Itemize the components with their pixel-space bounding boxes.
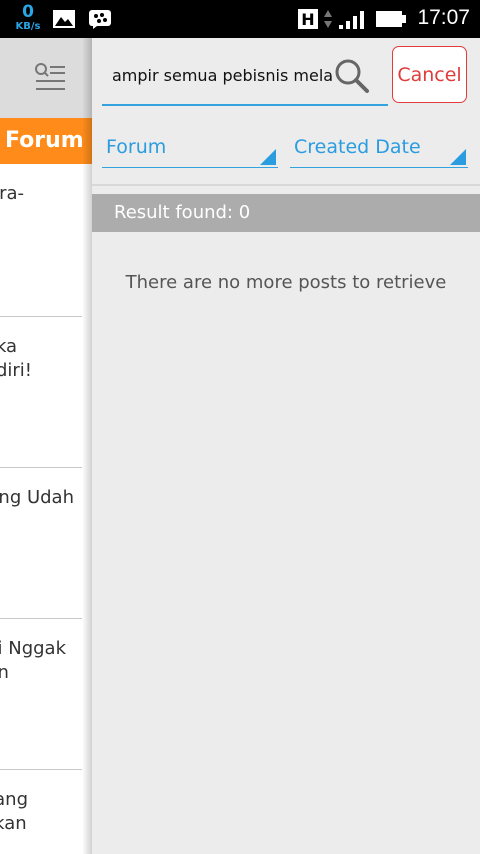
forum-filter-label: Forum [106,136,167,158]
forum-header-title: Forum R [5,128,92,153]
data-rate-unit: KB/s [15,21,41,32]
date-filter-dropdown[interactable]: Created Date [290,128,468,168]
search-input[interactable]: ampir semua pebisnis melalui c [112,66,332,85]
signal-strength-icon [338,8,366,34]
list-item-title: ang kan [0,789,28,834]
search-field[interactable]: ampir semua pebisnis melalui c [102,54,388,106]
divider [92,184,480,186]
battery-icon [376,9,408,33]
data-rate-value: 0 [22,2,34,22]
dropdown-arrow-icon [260,149,276,165]
list-item-title: ra- [0,183,24,204]
list-item[interactable]: i Nggak n [0,619,82,770]
search-list-icon[interactable] [34,62,66,96]
drawer-shadow [82,38,92,854]
filter-row: Forum Created Date [92,128,480,172]
search-icon[interactable] [334,58,370,98]
list-item-title: ang Udah [0,487,74,508]
data-activity-icon [322,8,334,34]
result-summary-bar: Result found: 0 [92,194,480,232]
list-item[interactable]: ka diri! [0,317,82,468]
forum-filter-dropdown[interactable]: Forum [102,128,278,168]
list-item[interactable]: ra- [0,164,82,317]
bbm-notification-icon [88,9,112,33]
image-notification-icon [52,9,76,33]
network-type-label: H [301,10,314,29]
search-panel: ampir semua pebisnis melalui c Cancel Fo… [92,38,480,854]
cancel-button[interactable]: Cancel [392,46,467,103]
forum-header-bar: Forum R [0,118,92,164]
empty-results-message: There are no more posts to retrieve [125,272,447,293]
dropdown-arrow-icon [450,149,466,165]
list-item-title: ka diri! [0,336,32,381]
date-filter-label: Created Date [294,136,421,158]
list-item[interactable]: ang kan [0,770,82,854]
background-toolbar [0,38,92,118]
data-rate-indicator: 0 KB/s [14,4,42,32]
clock: 17:07 [417,6,470,29]
hspa-network-icon: H [298,8,322,34]
list-item[interactable]: ang Udah [0,468,82,619]
result-count: Result found: 0 [114,202,251,223]
background-forum-panel: Forum R ra- ka diri! ang Udah i Nggak n … [0,38,92,854]
list-item-title: i Nggak n [0,638,66,683]
status-bar: 0 KB/s H 17:07 [0,0,480,38]
